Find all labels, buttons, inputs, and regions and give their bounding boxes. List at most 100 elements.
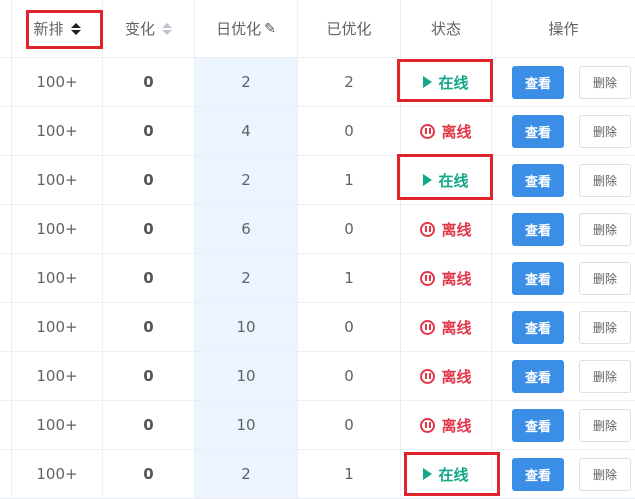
cell-daily-opt[interactable]: 4 [195,107,298,155]
cell-new-rank: 100+ [12,107,103,155]
cell-change: 0 [103,107,195,155]
daily-opt-value: 6 [241,220,251,238]
delete-button[interactable]: 删除 [579,310,631,344]
cell-optimized: 1 [298,450,401,498]
cell-optimized: 2 [298,58,401,106]
header-spacer [0,0,12,57]
play-icon [423,468,433,480]
new-rank-value: 100+ [36,73,78,91]
cell-optimized: 0 [298,401,401,449]
header-daily-opt-label: 日优化 [216,20,262,38]
cell-status: 离线 [401,303,492,351]
table-row: 100+ 0 2 1 在线 查看 删除 [0,156,635,205]
pause-circle-icon [420,368,436,384]
cell-action: 查看 删除 [492,156,635,204]
delete-button[interactable]: 删除 [579,114,631,148]
delete-button[interactable]: 删除 [579,261,631,295]
delete-button[interactable]: 删除 [579,163,631,197]
cell-status: 离线 [401,205,492,253]
new-rank-value: 100+ [36,122,78,140]
optimized-value: 1 [344,269,354,287]
delete-button[interactable]: 删除 [579,408,631,442]
row-spacer [0,303,12,351]
cell-daily-opt[interactable]: 6 [195,205,298,253]
status-label: 离线 [441,416,472,435]
view-button[interactable]: 查看 [512,261,564,295]
cell-daily-opt[interactable]: 10 [195,401,298,449]
header-action-label: 操作 [548,20,579,38]
delete-button[interactable]: 删除 [579,457,631,491]
view-button[interactable]: 查看 [512,457,564,491]
daily-opt-value: 10 [236,318,256,336]
pause-circle-icon [420,319,436,335]
new-rank-value: 100+ [36,416,78,434]
header-status: 状态 [401,0,492,57]
delete-button[interactable]: 删除 [579,212,631,246]
view-button[interactable]: 查看 [512,65,564,99]
cell-daily-opt[interactable]: 2 [195,156,298,204]
cell-change: 0 [103,58,195,106]
view-button[interactable]: 查看 [512,163,564,197]
view-button[interactable]: 查看 [512,310,564,344]
table-row: 100+ 0 2 1 在线 查看 删除 [0,450,635,499]
table-body: 100+ 0 2 2 在线 查看 删除 100+ 0 4 0 离线 查看 删除 [0,58,635,499]
edit-pencil-icon: ✎ [264,20,276,37]
daily-opt-value: 2 [241,73,251,91]
cell-daily-opt[interactable]: 2 [195,58,298,106]
sort-caret-icon[interactable] [162,22,172,35]
status-label: 离线 [441,367,472,386]
cell-action: 查看 删除 [492,107,635,155]
status-badge: 离线 [420,415,472,436]
status-label: 离线 [441,269,472,288]
delete-button[interactable]: 删除 [579,359,631,393]
new-rank-value: 100+ [36,269,78,287]
view-button[interactable]: 查看 [512,212,564,246]
change-value: 0 [143,220,154,238]
change-value: 0 [143,416,154,434]
new-rank-value: 100+ [36,318,78,336]
header-new-rank[interactable]: 新排 [12,0,103,57]
view-button[interactable]: 查看 [512,114,564,148]
pause-circle-icon [420,270,436,286]
new-rank-value: 100+ [36,367,78,385]
optimized-value: 1 [344,171,354,189]
status-label: 在线 [438,465,469,484]
play-icon [423,76,433,88]
cell-new-rank: 100+ [12,205,103,253]
pause-circle-icon [420,417,436,433]
status-badge: 离线 [420,366,472,387]
cell-change: 0 [103,352,195,400]
cell-action: 查看 删除 [492,58,635,106]
cell-daily-opt[interactable]: 2 [195,450,298,498]
table-row: 100+ 0 2 1 离线 查看 删除 [0,254,635,303]
delete-button[interactable]: 删除 [579,65,631,99]
pause-circle-icon [420,123,436,139]
cell-daily-opt[interactable]: 2 [195,254,298,302]
status-label: 在线 [438,171,469,190]
change-value: 0 [143,269,154,287]
status-badge: 离线 [420,219,472,240]
cell-new-rank: 100+ [12,450,103,498]
cell-daily-opt[interactable]: 10 [195,303,298,351]
change-value: 0 [143,171,154,189]
row-spacer [0,352,12,400]
new-rank-value: 100+ [36,465,78,483]
status-badge: 离线 [420,121,472,142]
cell-change: 0 [103,401,195,449]
daily-opt-value: 2 [241,171,251,189]
header-change[interactable]: 变化 [103,0,195,57]
status-badge: 离线 [420,317,472,338]
daily-opt-value: 2 [241,465,251,483]
cell-optimized: 1 [298,156,401,204]
cell-daily-opt[interactable]: 10 [195,352,298,400]
table-row: 100+ 0 10 0 离线 查看 删除 [0,401,635,450]
daily-opt-value: 2 [241,269,251,287]
optimized-value: 0 [344,367,354,385]
sort-caret-icon[interactable] [70,22,81,35]
view-button[interactable]: 查看 [512,359,564,393]
view-button[interactable]: 查看 [512,408,564,442]
change-value: 0 [143,465,154,483]
cell-status: 在线 [401,58,492,106]
table-row: 100+ 0 4 0 离线 查看 删除 [0,107,635,156]
status-badge: 在线 [423,464,469,485]
